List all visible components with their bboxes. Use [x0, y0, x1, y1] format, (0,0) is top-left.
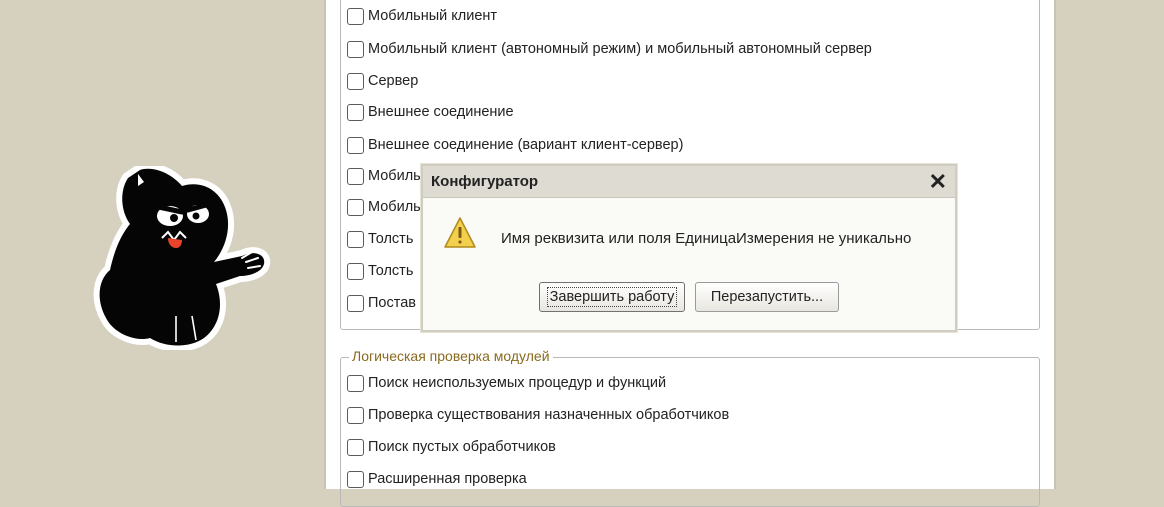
checkbox-row[interactable]: Мобиль	[347, 196, 421, 218]
checkbox[interactable]	[347, 72, 364, 90]
restart-button-label: Перезапустить...	[710, 289, 824, 305]
checkbox-label: Сервер	[368, 73, 419, 89]
error-dialog: Конфигуратор ✕ Имя реквизита или поля Ед…	[421, 164, 957, 332]
checkbox-row[interactable]: Мобильный клиент	[347, 5, 497, 27]
checkbox-row[interactable]: Поиск неиспользуемых процедур и функций	[347, 372, 666, 394]
checkbox[interactable]	[347, 198, 364, 216]
checkbox-row[interactable]: Толсть	[347, 260, 413, 282]
dialog-message: Имя реквизита или поля ЕдиницаИзмерения …	[501, 230, 912, 247]
checkbox-row[interactable]: Постав	[347, 292, 416, 314]
checkbox-label: Мобильный клиент (автономный режим) и мо…	[368, 41, 872, 57]
checkbox-row[interactable]: Поиск пустых обработчиков	[347, 436, 556, 458]
checkbox-label: Постав	[368, 295, 416, 311]
checkbox[interactable]	[347, 40, 364, 58]
checkbox-label: Мобиль	[368, 168, 421, 184]
black-cat-mascot-icon	[93, 166, 271, 350]
checkbox-label: Поиск пустых обработчиков	[368, 439, 556, 455]
checkbox[interactable]	[347, 374, 364, 392]
checkbox-label: Мобиль	[368, 199, 421, 215]
checkbox-row[interactable]: Внешнее соединение	[347, 101, 514, 123]
checkbox-row[interactable]: Толсть	[347, 228, 413, 250]
module-check-group: Логическая проверка модулей Поиск неиспо…	[340, 348, 1040, 507]
checkbox[interactable]	[347, 7, 364, 25]
restart-button[interactable]: Перезапустить...	[695, 282, 839, 312]
checkbox-label: Проверка существования назначенных обраб…	[368, 407, 730, 423]
checkbox[interactable]	[347, 230, 364, 248]
close-icon[interactable]: ✕	[929, 170, 947, 193]
finish-button-label: Завершить работу	[546, 287, 678, 307]
checkbox[interactable]	[347, 438, 364, 456]
checkbox-row[interactable]: Проверка существования назначенных обраб…	[347, 404, 729, 426]
dialog-title: Конфигуратор	[431, 173, 539, 190]
checkbox-label: Внешнее соединение	[368, 104, 514, 120]
checkbox-label: Расширенная проверка	[368, 471, 527, 487]
checkbox-label: Толсть	[368, 231, 414, 247]
checkbox-label: Внешнее соединение (вариант клиент-серве…	[368, 137, 684, 153]
dialog-titlebar[interactable]: Конфигуратор ✕	[423, 166, 955, 198]
warning-icon	[444, 217, 476, 248]
checkbox-row[interactable]: Расширенная проверка	[347, 468, 527, 490]
checkbox-label: Поиск неиспользуемых процедур и функций	[368, 375, 667, 391]
checkbox-row[interactable]: Внешнее соединение (вариант клиент-серве…	[347, 134, 683, 156]
checkbox-label: Толсть	[368, 263, 414, 279]
checkbox[interactable]	[347, 406, 364, 424]
group-legend: Логическая проверка модулей	[349, 348, 553, 364]
checkbox[interactable]	[347, 167, 364, 185]
checkbox-label: Мобильный клиент	[368, 8, 498, 24]
checkbox[interactable]	[347, 470, 364, 488]
checkbox-row[interactable]: Мобиль	[347, 165, 421, 187]
checkbox[interactable]	[347, 294, 364, 312]
checkbox[interactable]	[347, 262, 364, 280]
finish-button[interactable]: Завершить работу	[539, 282, 685, 312]
checkbox[interactable]	[347, 136, 364, 154]
checkbox-row[interactable]: Мобильный клиент (автономный режим) и мо…	[347, 38, 872, 60]
checkbox[interactable]	[347, 103, 364, 121]
checkbox-row[interactable]: Сервер	[347, 70, 418, 92]
